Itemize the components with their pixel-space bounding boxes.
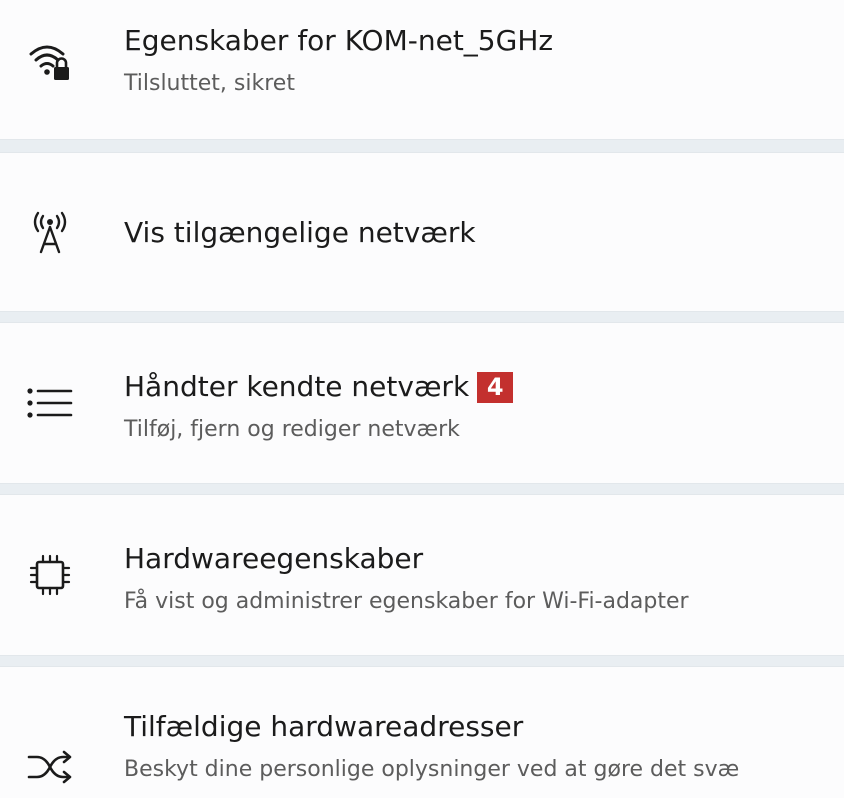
- row-title: Håndter kendte netværk 4: [124, 369, 514, 405]
- row-subtitle: Få vist og administrer egenskaber for Wi…: [124, 589, 689, 614]
- shuffle-icon: [22, 739, 78, 795]
- antenna-icon: [22, 205, 78, 261]
- row-show-available-networks[interactable]: Vis tilgængelige netværk: [0, 152, 844, 312]
- row-subtitle: Beskyt dine personlige oplysninger ved a…: [124, 757, 740, 782]
- row-subtitle: Tilsluttet, sikret: [124, 71, 295, 96]
- row-random-hardware-addresses[interactable]: Tilfældige hardwareadresser Beskyt dine …: [0, 666, 844, 798]
- callout-badge: 4: [477, 372, 514, 403]
- row-subtitle: Tilføj, fjern og rediger netværk: [124, 417, 460, 442]
- row-title: Tilfældige hardwareadresser: [124, 710, 524, 743]
- row-manage-known-networks[interactable]: Håndter kendte netværk 4 Tilføj, fjern og…: [0, 322, 844, 484]
- row-wifi-properties[interactable]: Egenskaber for KOM-net_5GHz Tilsluttet, …: [0, 0, 844, 140]
- chip-icon: [22, 547, 78, 603]
- row-hardware-properties[interactable]: Hardwareegenskaber Få vist og administre…: [0, 494, 844, 656]
- row-title: Hardwareegenskaber: [124, 542, 424, 575]
- list-icon: [22, 375, 78, 431]
- wifi-settings-list: Egenskaber for KOM-net_5GHz Tilsluttet, …: [0, 0, 844, 798]
- wifi-lock-icon: [22, 33, 78, 89]
- row-title: Egenskaber for KOM-net_5GHz: [124, 24, 554, 57]
- row-title: Vis tilgængelige netværk: [124, 216, 476, 249]
- row-title-text: Håndter kendte netværk: [124, 370, 470, 403]
